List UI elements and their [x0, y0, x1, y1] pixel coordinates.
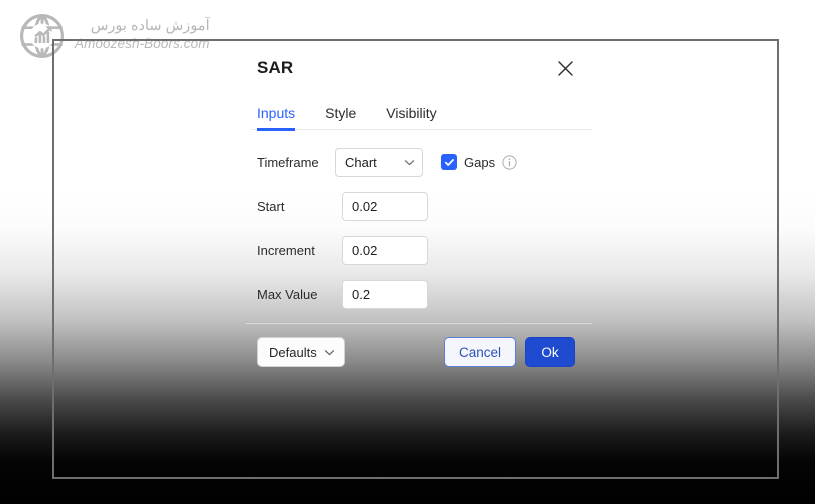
- tab-visibility[interactable]: Visibility: [386, 105, 436, 130]
- watermark-text-block: آموزش ساده بورس Amoozesh-Boors.com: [75, 18, 210, 54]
- start-label: Start: [257, 198, 285, 214]
- dialog-footer: Defaults Cancel Ok: [240, 323, 592, 383]
- dialog-header: SAR: [240, 42, 592, 94]
- form-row-start: Start 0.02: [257, 191, 575, 221]
- dialog-title: SAR: [257, 58, 294, 77]
- close-glyph: [557, 60, 573, 76]
- start-input-value: 0.02: [352, 198, 378, 214]
- increment-input[interactable]: 0.02: [342, 235, 428, 265]
- info-icon[interactable]: [502, 154, 517, 170]
- close-icon[interactable]: [551, 54, 579, 82]
- watermark-persian-text: آموزش ساده بورس: [90, 18, 210, 34]
- form-row-timeframe: Timeframe Chart Gaps: [257, 147, 575, 177]
- check-icon: [444, 158, 454, 166]
- max-value-input-value: 0.2: [352, 286, 371, 302]
- footer-actions: Cancel Ok: [443, 337, 575, 367]
- tab-inputs[interactable]: Inputs: [257, 105, 296, 131]
- defaults-button[interactable]: Defaults: [257, 337, 345, 367]
- max-value-input[interactable]: 0.2: [342, 279, 428, 309]
- form-row-max-value: Max Value 0.2: [257, 279, 575, 309]
- chevron-down-icon: [324, 349, 334, 355]
- gaps-checkbox[interactable]: [441, 154, 457, 170]
- form-row-increment: Increment 0.02: [257, 235, 575, 265]
- indicator-settings-dialog: SAR Inputs Style Visibility Timeframe Ch…: [240, 42, 592, 383]
- cancel-button[interactable]: Cancel: [443, 337, 516, 367]
- timeframe-select-value: Chart: [345, 154, 377, 170]
- ok-button[interactable]: Ok: [525, 337, 575, 367]
- tab-style[interactable]: Style: [325, 105, 356, 130]
- screenshot-canvas: آموزش ساده بورس Amoozesh-Boors.com SAR I…: [0, 0, 815, 504]
- increment-input-value: 0.02: [352, 242, 378, 258]
- max-value-label: Max Value: [257, 286, 318, 302]
- globe-chart-logo-icon: [20, 14, 64, 58]
- watermark-branding: آموزش ساده بورس Amoozesh-Boors.com: [18, 12, 210, 60]
- defaults-button-label: Defaults: [269, 344, 317, 360]
- increment-label: Increment: [257, 242, 315, 258]
- timeframe-select[interactable]: Chart: [335, 147, 423, 177]
- watermark-site-url: Amoozesh-Boors.com: [75, 36, 210, 51]
- timeframe-label: Timeframe: [257, 154, 319, 170]
- chevron-down-icon: [404, 159, 415, 165]
- gaps-label: Gaps: [464, 154, 496, 170]
- dialog-body: Timeframe Chart Gaps Start 0.02 Incremen…: [240, 130, 592, 309]
- start-input[interactable]: 0.02: [342, 191, 428, 221]
- gaps-group: Gaps: [441, 154, 517, 170]
- dialog-tabs: Inputs Style Visibility: [240, 94, 592, 131]
